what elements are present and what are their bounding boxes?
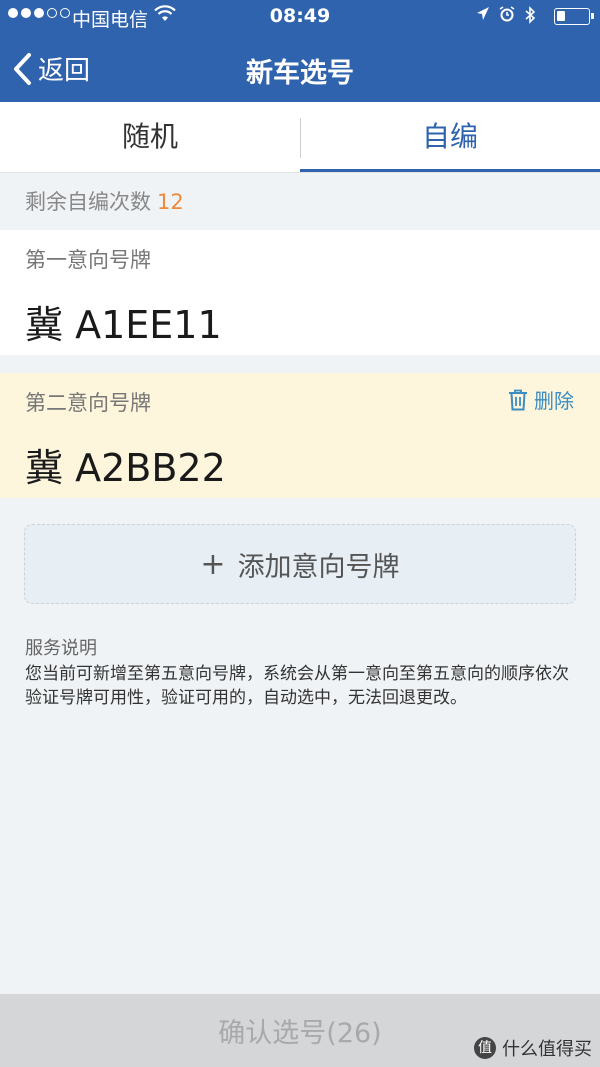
remaining-count: 剩余自编次数 12: [25, 186, 184, 216]
service-text: 您当前可新增至第五意向号牌，系统会从第一意向至第五意向的顺序依次验证号牌可用性，…: [25, 664, 569, 708]
tab-custom[interactable]: 自编: [300, 102, 600, 172]
plate-card-second[interactable]: 第二意向号牌 删除 冀 A2BB22: [0, 373, 600, 498]
delete-label: 删除: [534, 389, 574, 413]
plate-card-first[interactable]: 第一意向号牌 冀 A1EE11: [0, 230, 600, 355]
mode-tabs: 随机 自编: [0, 102, 600, 173]
plate-label: 第二意向号牌: [25, 391, 151, 415]
plus-icon: +: [200, 546, 226, 582]
watermark-text: 什么值得买: [502, 1039, 592, 1060]
page-title: 新车选号: [246, 58, 354, 89]
plate-number: 冀 A2BB22: [25, 446, 226, 490]
plate-label: 第一意向号牌: [25, 248, 151, 272]
add-plate-label: 添加意向号牌: [237, 551, 400, 583]
trash-icon: [509, 389, 527, 410]
remaining-number: 12: [157, 190, 184, 214]
navigation-bar: 返回 新车选号: [0, 34, 600, 102]
plate-number: 冀 A1EE11: [25, 303, 222, 347]
watermark: 值 什么值得买: [474, 1035, 592, 1061]
tab-random[interactable]: 随机: [0, 102, 300, 172]
bluetooth-icon: [524, 6, 536, 28]
remaining-label: 剩余自编次数: [25, 190, 151, 214]
add-plate-button[interactable]: + 添加意向号牌: [24, 524, 576, 604]
status-bar: 中国电信 08:49: [0, 0, 600, 34]
battery-icon: [554, 8, 594, 25]
delete-button[interactable]: 删除: [508, 385, 574, 414]
watermark-logo: 值: [474, 1037, 496, 1059]
location-arrow-icon: [476, 6, 490, 28]
alarm-icon: [499, 6, 515, 28]
service-title: 服务说明: [25, 638, 97, 659]
